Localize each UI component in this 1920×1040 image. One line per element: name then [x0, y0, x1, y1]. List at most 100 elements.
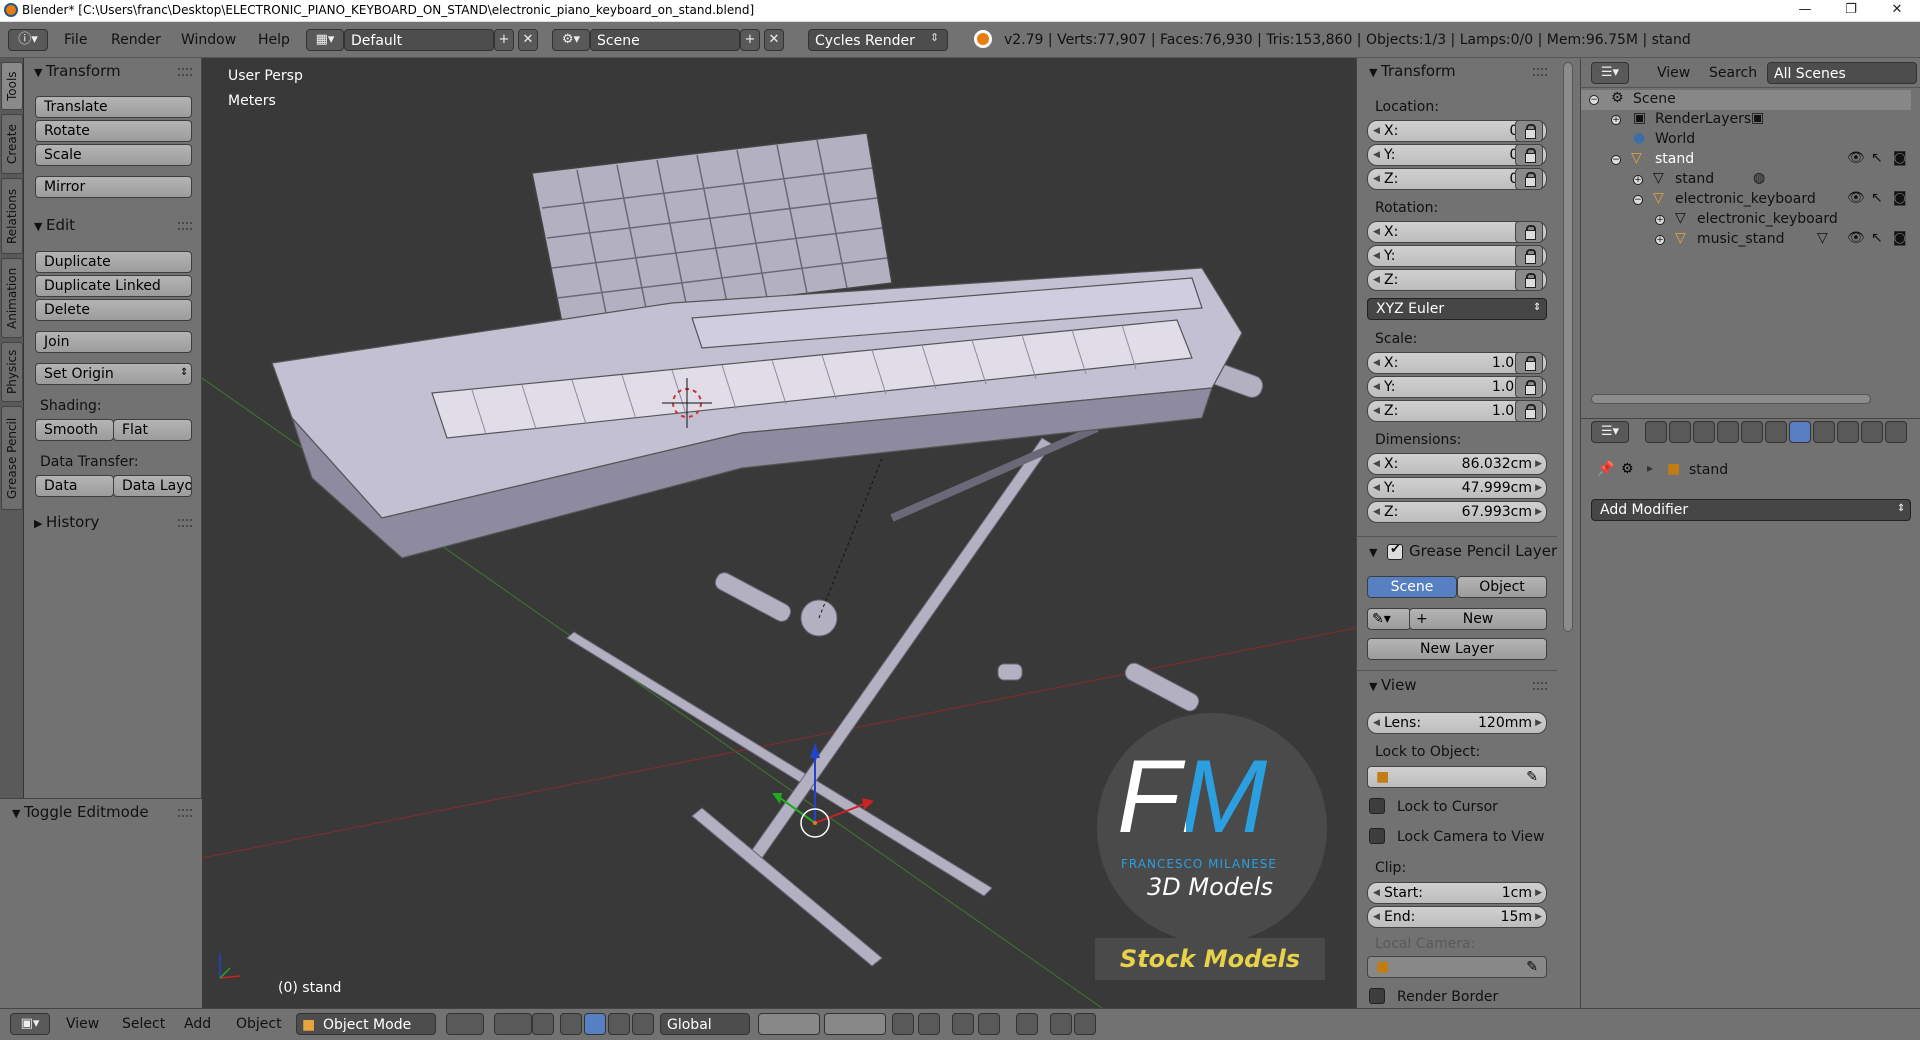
grease-pencil-layer-checkbox[interactable]: ✔ — [1387, 542, 1403, 560]
add-scene-icon[interactable]: + — [740, 29, 760, 51]
outliner-row-scene[interactable]: − ⚙ Scene — [1581, 90, 1911, 110]
particles-tab-icon[interactable] — [1885, 421, 1907, 443]
texture-tab-icon[interactable] — [1861, 421, 1883, 443]
screen-layout-field[interactable]: Default — [344, 29, 494, 51]
lock-object-field[interactable]: ■ ✎ — [1367, 766, 1547, 788]
close-button[interactable]: ✕ — [1874, 0, 1920, 22]
edit-panel-header[interactable]: ▼ Edit — [34, 216, 75, 234]
lock-scale-x-icon[interactable] — [1515, 352, 1543, 374]
menu-select[interactable]: Select — [122, 1016, 165, 1032]
editor-type-info-icon[interactable]: ⓘ▾ — [8, 29, 48, 51]
duplicate-linked-button[interactable]: Duplicate Linked — [35, 275, 192, 297]
outliner-search-menu[interactable]: Search — [1709, 65, 1757, 81]
lock-rotation-z-icon[interactable] — [1515, 269, 1543, 291]
toggle-editmode-header[interactable]: ▼ Toggle Editmode — [12, 803, 149, 821]
render-engine-select[interactable]: Cycles Render — [808, 29, 948, 51]
pivot-point-icon[interactable] — [494, 1013, 532, 1035]
outliner-row-stand-mesh[interactable]: + ▽ stand ◍ — [1581, 170, 1911, 190]
drag-grip-icon[interactable] — [1533, 682, 1547, 690]
properties-editor-type-icon[interactable]: ☰▾ — [1591, 421, 1629, 443]
dimension-x-field[interactable]: ◀ X: 86.032cm ▶ — [1367, 453, 1547, 475]
add-modifier-select[interactable]: Add Modifier — [1591, 499, 1911, 521]
cursor-icon[interactable]: ↖ — [1871, 190, 1883, 206]
lock-location-z-icon[interactable] — [1515, 168, 1543, 190]
editor-type-3d-view-icon[interactable]: ▣▾ — [10, 1013, 50, 1035]
outliner-row-renderlayers[interactable]: + ▣ RenderLayers ▣ — [1581, 110, 1911, 130]
view-panel-header[interactable]: ▼ View — [1369, 676, 1417, 694]
gp-scene-button[interactable]: Scene — [1367, 576, 1457, 598]
gp-new-layer-button[interactable]: New Layer — [1367, 638, 1547, 660]
add-layout-icon[interactable]: + — [494, 29, 514, 51]
data-tab-icon[interactable] — [1813, 421, 1835, 443]
screen-layout-icon[interactable]: ▦▾ — [306, 29, 344, 51]
lens-field[interactable]: ◀ Lens: 120mm ▶ — [1367, 712, 1547, 734]
drag-grip-icon[interactable] — [178, 519, 192, 527]
rotate-manipulator-icon[interactable] — [584, 1013, 606, 1035]
menu-file[interactable]: File — [64, 32, 87, 48]
world-tab-icon[interactable] — [1717, 421, 1739, 443]
tab-create[interactable]: Create — [1, 114, 23, 174]
manipulator-extra-icon[interactable] — [632, 1013, 654, 1035]
data-transfer-layout-button[interactable]: Data Layo — [113, 475, 192, 497]
dimension-y-field[interactable]: ◀ Y: 47.999cm ▶ — [1367, 477, 1547, 499]
history-panel-header[interactable]: ▶ History — [34, 513, 99, 531]
rotation-mode-select[interactable]: XYZ Euler — [1367, 298, 1547, 320]
tab-animation[interactable]: Animation — [1, 258, 23, 338]
join-button[interactable]: Join — [35, 331, 192, 353]
opengl-render-anim-icon[interactable] — [1074, 1013, 1096, 1035]
drag-grip-icon[interactable] — [178, 68, 192, 76]
drag-grip-icon[interactable] — [178, 809, 192, 817]
drag-grip-icon[interactable] — [178, 222, 192, 230]
outliner-row-world[interactable]: ● World — [1581, 130, 1911, 150]
clip-end-field[interactable]: ◀ End: 15m ▶ — [1367, 906, 1547, 928]
scene-field[interactable]: Scene — [590, 29, 740, 51]
remove-layout-icon[interactable]: ✕ — [518, 29, 538, 51]
camera-render-icon[interactable]: ◙ — [1893, 230, 1907, 246]
transform-orientation-select[interactable]: Global — [660, 1013, 750, 1035]
proportional-edit-icon[interactable] — [918, 1013, 940, 1035]
transform-props-header[interactable]: ▼ Transform — [1369, 62, 1456, 80]
drag-grip-icon[interactable] — [1533, 68, 1547, 76]
lock-rotation-y-icon[interactable] — [1515, 245, 1543, 267]
maximize-button[interactable]: ❐ — [1828, 0, 1874, 22]
camera-render-icon[interactable]: ◙ — [1893, 190, 1907, 206]
gp-new-button[interactable]: + New — [1409, 608, 1547, 630]
remove-scene-icon[interactable]: ✕ — [764, 29, 784, 51]
snap-element-icon[interactable] — [978, 1013, 1000, 1035]
constraints-tab-icon[interactable] — [1765, 421, 1787, 443]
layers-grid-1-icon[interactable] — [758, 1013, 820, 1035]
gp-pencil-icon[interactable]: ✎▾ — [1367, 608, 1411, 630]
outliner-row-electronic-keyboard[interactable]: − ▽ electronic_keyboard 👁 ↖ ◙ — [1581, 190, 1911, 210]
snap-icon[interactable] — [952, 1013, 974, 1035]
gp-object-button[interactable]: Object — [1457, 576, 1547, 598]
local-camera-field[interactable]: ■ ✎ — [1367, 956, 1547, 978]
transform-panel-header[interactable]: ▼ Transform — [34, 62, 121, 80]
eye-icon[interactable]: 👁 — [1847, 190, 1865, 206]
lock-to-cursor-checkbox[interactable] — [1369, 798, 1385, 814]
scale-manipulator-icon[interactable] — [608, 1013, 630, 1035]
lock-scale-z-icon[interactable] — [1515, 400, 1543, 422]
material-tab-icon[interactable] — [1837, 421, 1859, 443]
manipulator-toggle-icon[interactable] — [532, 1013, 554, 1035]
render-tab-icon[interactable] — [1645, 421, 1667, 443]
lock-location-y-icon[interactable] — [1515, 144, 1543, 166]
cursor-icon[interactable]: ↖ — [1871, 150, 1883, 166]
smooth-button[interactable]: Smooth — [35, 419, 114, 441]
menu-help[interactable]: Help — [258, 32, 290, 48]
translate-manipulator-icon[interactable] — [560, 1013, 582, 1035]
delete-button[interactable]: Delete — [35, 299, 192, 321]
properties-scrollbar[interactable] — [1563, 62, 1573, 632]
pin-icon[interactable]: 📌 — [1597, 461, 1614, 477]
scale-button[interactable]: Scale — [35, 144, 192, 166]
opengl-render-icon[interactable] — [1016, 1013, 1038, 1035]
outliner-view-menu[interactable]: View — [1657, 65, 1690, 81]
outliner-filter-select[interactable]: All Scenes — [1767, 62, 1917, 84]
scene-tab-icon[interactable] — [1693, 421, 1715, 443]
set-origin-select[interactable]: Set Origin — [35, 363, 192, 385]
render-border-checkbox[interactable] — [1369, 988, 1385, 1004]
menu-window[interactable]: Window — [181, 32, 236, 48]
modifiers-tab-icon[interactable] — [1789, 421, 1811, 443]
layers-grid-2-icon[interactable] — [824, 1013, 886, 1035]
outliner-row-stand[interactable]: − ▽ stand 👁 ↖ ◙ — [1581, 150, 1911, 170]
tab-relations[interactable]: Relations — [1, 178, 23, 254]
